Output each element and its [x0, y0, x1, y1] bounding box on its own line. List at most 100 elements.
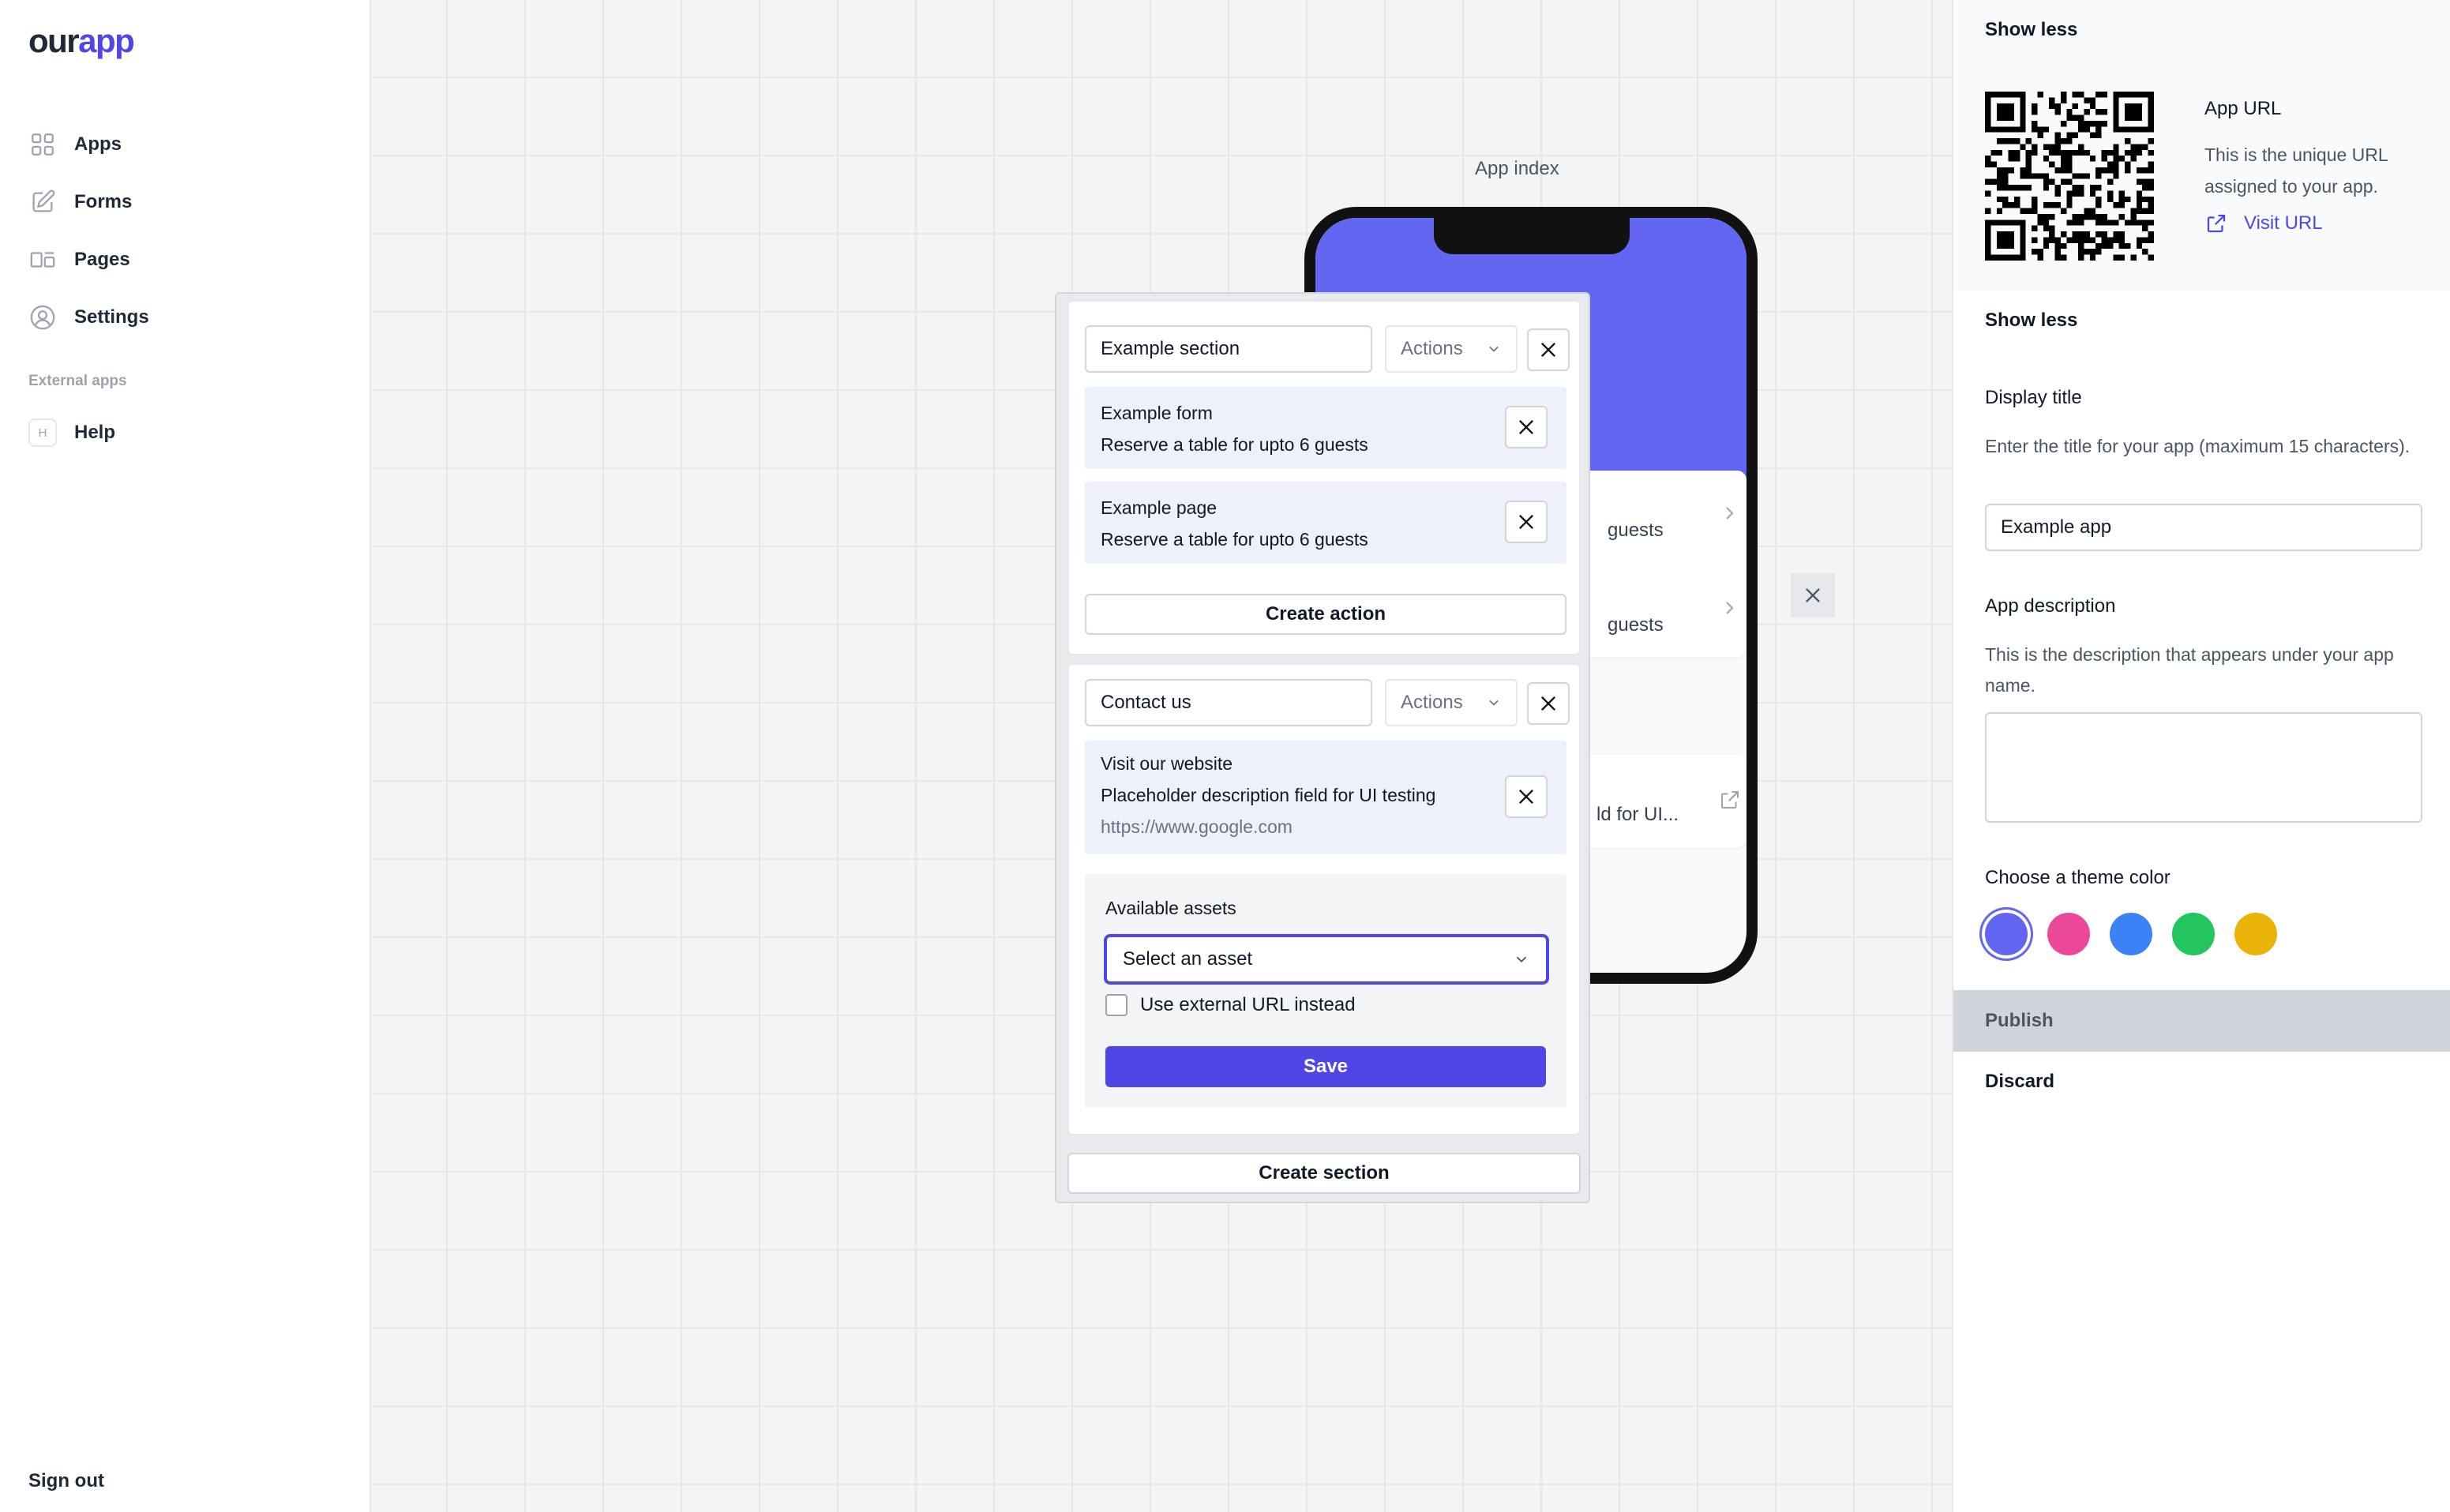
- sidebar: ourapp Apps Forms Pages Settings Externa…: [0, 0, 371, 1512]
- app-url-title: App URL: [2204, 98, 2282, 119]
- chevron-right-icon: [1726, 602, 1734, 614]
- action-item-subtitle: Placeholder description field for UI tes…: [1101, 785, 1436, 805]
- discard-button[interactable]: Discard: [1985, 1071, 2054, 1093]
- grid-icon: [28, 130, 57, 159]
- theme-swatch-indigo[interactable]: [1985, 913, 2028, 955]
- theme-color-label: Choose a theme color: [1985, 867, 2170, 888]
- section-card: Example section Actions Example form Res…: [1067, 300, 1581, 655]
- sidebar-item-label: Pages: [74, 248, 130, 270]
- close-icon: [1541, 696, 1555, 711]
- remove-action-button[interactable]: [1505, 775, 1548, 818]
- help-badge-icon: H: [28, 418, 57, 447]
- sign-out-link[interactable]: Sign out: [28, 1470, 104, 1492]
- close-icon: [1519, 420, 1533, 434]
- phone-row-text: ld for UI...: [1596, 804, 1679, 825]
- external-url-label: Use external URL instead: [1140, 994, 1356, 1015]
- sidebar-item-label: Settings: [74, 306, 149, 328]
- chevron-down-icon: [1489, 346, 1499, 352]
- phone-notch: [1434, 218, 1630, 254]
- app-description-textarea[interactable]: [1985, 712, 2422, 823]
- chevron-down-icon: [1516, 956, 1527, 963]
- chevron-down-icon: [1489, 700, 1499, 706]
- action-item-title: Example form: [1101, 403, 1213, 423]
- actions-dropdown[interactable]: Actions: [1385, 325, 1518, 373]
- remove-action-button[interactable]: [1505, 501, 1548, 543]
- close-icon: [1519, 515, 1533, 529]
- action-item[interactable]: Visit our website Placeholder descriptio…: [1085, 741, 1566, 854]
- show-less-toggle[interactable]: Show less: [1985, 19, 2077, 41]
- display-title-help: Enter the title for your app (maximum 15…: [1985, 436, 2411, 456]
- action-item-title: Visit our website: [1101, 753, 1233, 774]
- action-item[interactable]: Example page Reserve a table for upto 6 …: [1085, 482, 1566, 564]
- sidebar-item-apps[interactable]: Apps: [28, 115, 344, 173]
- logo-text-app: app: [78, 22, 135, 59]
- external-url-option[interactable]: Use external URL instead: [1105, 994, 1356, 1016]
- edit-icon: [28, 188, 57, 216]
- phone-row-text: guests: [1608, 520, 1664, 541]
- remove-section-button[interactable]: [1527, 328, 1570, 371]
- action-item-subtitle: Reserve a table for upto 6 guests: [1101, 434, 1368, 455]
- close-preview-button[interactable]: [1791, 573, 1835, 617]
- theme-swatch-pink[interactable]: [2047, 913, 2090, 955]
- sidebar-item-label: Apps: [74, 133, 122, 155]
- app-index-label: App index: [1475, 158, 1559, 179]
- close-icon: [1519, 790, 1533, 804]
- action-item[interactable]: Example form Reserve a table for upto 6 …: [1085, 387, 1566, 469]
- section-name-input[interactable]: Contact us: [1085, 679, 1372, 726]
- pages-icon: [28, 246, 57, 274]
- action-item-title: Example page: [1101, 497, 1217, 518]
- app-logo[interactable]: ourapp: [28, 22, 135, 60]
- sidebar-item-forms[interactable]: Forms: [28, 173, 344, 231]
- theme-swatch-blue[interactable]: [2110, 913, 2152, 955]
- asset-select-value: Select an asset: [1123, 948, 1253, 970]
- visit-url-link[interactable]: Visit URL: [2204, 212, 2323, 235]
- user-circle-icon: [28, 303, 57, 332]
- section-card: Contact us Actions Visit our website Pla…: [1067, 663, 1581, 1135]
- app-description-label: App description: [1985, 595, 2116, 617]
- theme-swatch-green[interactable]: [2172, 913, 2215, 955]
- chevron-right-icon: [1726, 507, 1734, 520]
- section-name-input[interactable]: Example section: [1085, 325, 1372, 373]
- create-section-button[interactable]: Create section: [1067, 1153, 1581, 1194]
- add-action-form: Available assets Select an asset Use ext…: [1085, 874, 1566, 1108]
- external-apps-heading: External apps: [28, 373, 127, 389]
- phone-row-text: guests: [1608, 614, 1664, 636]
- sidebar-item-settings[interactable]: Settings: [28, 288, 344, 346]
- close-icon: [1806, 588, 1820, 602]
- save-button[interactable]: Save: [1105, 1046, 1546, 1087]
- create-action-button[interactable]: Create action: [1085, 594, 1566, 635]
- actions-dropdown-label: Actions: [1401, 692, 1463, 713]
- qr-code-image: [1985, 92, 2154, 261]
- builder-canvas: App index guests guests ld for UI... Exa…: [373, 0, 1952, 1512]
- action-item-subtitle: Reserve a table for upto 6 guests: [1101, 529, 1368, 550]
- remove-section-button[interactable]: [1527, 682, 1570, 725]
- external-url-checkbox[interactable]: [1105, 994, 1127, 1016]
- app-description-help: This is the description that appears und…: [1985, 644, 2394, 696]
- close-icon: [1541, 343, 1555, 357]
- visit-url-label: Visit URL: [2244, 212, 2323, 234]
- app-url-panel: Show less App URL This is the unique URL…: [1953, 0, 2450, 291]
- available-assets-label: Available assets: [1105, 898, 1236, 918]
- main-nav: Apps Forms Pages Settings: [28, 115, 344, 346]
- show-less-toggle[interactable]: Show less: [1985, 310, 2077, 332]
- logo-text-our: our: [28, 22, 80, 59]
- external-link-icon: [2207, 214, 2226, 233]
- asset-select[interactable]: Select an asset: [1104, 934, 1549, 985]
- theme-color-picker: [1985, 913, 2297, 955]
- external-link-icon: [1721, 791, 1739, 809]
- actions-dropdown-label: Actions: [1401, 338, 1463, 359]
- action-item-url: https://www.google.com: [1101, 816, 1293, 837]
- section-editor: Example section Actions Example form Res…: [1055, 292, 1590, 1203]
- publish-button[interactable]: Publish: [1953, 990, 2450, 1052]
- display-title-input[interactable]: Example app: [1985, 504, 2422, 551]
- theme-swatch-yellow[interactable]: [2234, 913, 2277, 955]
- sidebar-item-help[interactable]: H Help: [28, 418, 115, 447]
- actions-dropdown[interactable]: Actions: [1385, 679, 1518, 726]
- sidebar-item-pages[interactable]: Pages: [28, 231, 344, 288]
- settings-panel: Show less App URL This is the unique URL…: [1952, 0, 2450, 1512]
- display-title-label: Display title: [1985, 387, 2082, 408]
- sidebar-item-label: Help: [74, 422, 116, 443]
- app-url-description: This is the unique URL assigned to your …: [2204, 144, 2388, 197]
- remove-action-button[interactable]: [1505, 406, 1548, 448]
- sidebar-item-label: Forms: [74, 190, 133, 212]
